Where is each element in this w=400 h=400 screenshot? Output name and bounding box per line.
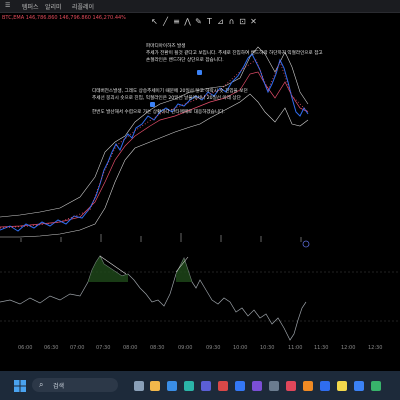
time-tick: 08:00 [123, 345, 138, 351]
pattern-icon[interactable]: ⋀ [183, 17, 192, 27]
app-icon[interactable] [218, 381, 228, 391]
annotation-text-6[interactable]: 한번도 발산해서 수렴으로 가는 상황이다 단타매매로 대응하겠습니다. [92, 110, 225, 116]
time-tick: 06:00 [18, 345, 33, 351]
time-tick: 06:30 [44, 345, 59, 351]
oscillator-line [0, 255, 307, 341]
windows-start-icon[interactable] [14, 380, 26, 392]
app-icon[interactable] [286, 381, 296, 391]
line-icon[interactable]: ╱ [161, 17, 170, 27]
app-icon[interactable] [201, 381, 211, 391]
annotation-text-2[interactable]: 추세가 전환이 될것 같다고 보입니다. 추세로 진입하여 밴드하락 하단까지 … [146, 51, 323, 57]
annotation-marker-icon[interactable] [150, 102, 155, 107]
drawing-toolbar: ↖ ╱ ≡ ⋀ ✎ T ⊿ ∩ ⊡ ✕ [150, 17, 260, 29]
cursor-icon[interactable]: ↖ [150, 17, 159, 27]
app-icon[interactable] [269, 381, 279, 391]
app-icon[interactable] [303, 381, 313, 391]
ruler-icon[interactable]: ⊿ [216, 17, 225, 27]
annotation-marker-icon[interactable] [197, 70, 202, 75]
magnet-icon[interactable]: ∩ [227, 17, 236, 27]
time-tick: 11:00 [288, 345, 303, 351]
menu-icon[interactable]: ☰ [5, 2, 10, 9]
search-icon: ⌕ [39, 380, 44, 389]
search-input[interactable]: 검색 [53, 381, 64, 390]
time-tick: 09:00 [178, 345, 193, 351]
volume-bars [20, 233, 302, 242]
annotation-text-1[interactable]: 파마디아이하즈 발생 [146, 44, 186, 50]
tab-alert[interactable]: 알리미 [45, 2, 62, 11]
bollinger-upper-band [0, 46, 309, 218]
browser-icon[interactable] [167, 381, 177, 391]
fib-icon[interactable]: ≡ [172, 17, 181, 27]
brush-icon[interactable]: ✎ [194, 17, 203, 27]
price-candles-line [0, 53, 309, 232]
tab-replay[interactable]: 리플레이 [72, 2, 94, 11]
scroll-to-latest-icon[interactable] [302, 240, 310, 248]
app-icon[interactable] [354, 381, 364, 391]
ticker-readout: BTC,EMA 146,786.860 146,796.860 146,270.… [2, 15, 126, 21]
price-candles-bear [0, 59, 309, 229]
text-icon[interactable]: T [205, 17, 214, 27]
lock-icon[interactable]: ⊡ [238, 17, 247, 27]
trash-icon[interactable]: ✕ [249, 17, 258, 27]
time-tick: 07:30 [96, 345, 111, 351]
time-tick: 10:30 [260, 345, 275, 351]
time-tick: 10:00 [233, 345, 248, 351]
time-tick: 12:00 [341, 345, 356, 351]
time-tick: 09:30 [206, 345, 221, 351]
kakaotalk-icon[interactable] [337, 381, 347, 391]
annotation-text-4[interactable]: 디테버전스발생, 그레도 상승추세이기 때문에 20일선 닿고 하락시 숏 진입… [92, 89, 248, 95]
file-explorer-icon[interactable] [150, 381, 160, 391]
time-tick: 12:30 [368, 345, 383, 351]
app-icon[interactable] [320, 381, 330, 391]
app-icon[interactable] [252, 381, 262, 391]
task-view-icon[interactable] [134, 381, 144, 391]
annotation-text-3[interactable]: 손절라인은 밴드하단 상단으로 잡습니다. [146, 58, 224, 64]
annotation-text-5[interactable]: 추세선 붕괴시 숏으로 진입, 익절라인은 20일선 날물에서나 20일선 아래… [92, 96, 241, 102]
tab-tempus[interactable]: 템퍼스 [22, 2, 39, 11]
oscillator-fill-positive [88, 256, 128, 282]
time-tick: 11:30 [314, 345, 329, 351]
edge-icon[interactable] [184, 381, 194, 391]
time-tick: 07:00 [70, 345, 85, 351]
time-tick: 08:30 [150, 345, 165, 351]
app-icon[interactable] [235, 381, 245, 391]
app-icon[interactable] [371, 381, 381, 391]
